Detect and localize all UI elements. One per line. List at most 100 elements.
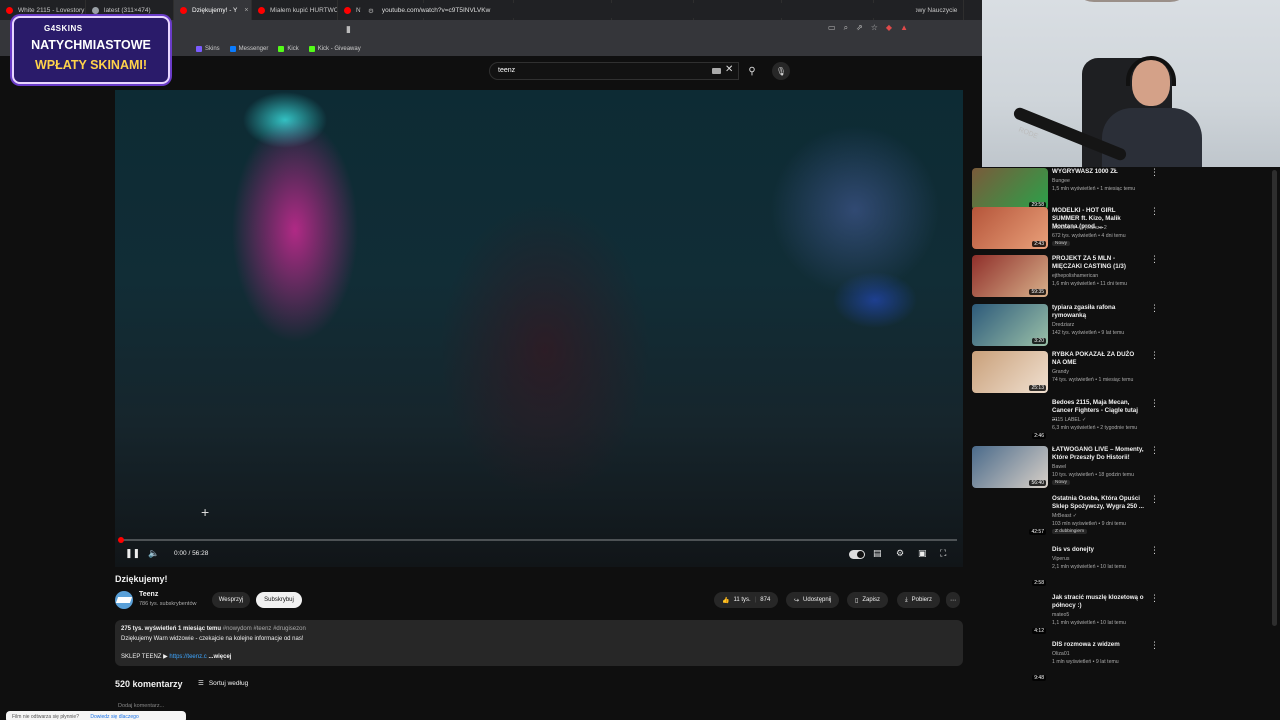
like-button[interactable]: 👍 11 tys. | 874 bbox=[714, 592, 779, 608]
recommended-video[interactable]: 4:12 Jak stracić muszlę klozetową o półn… bbox=[972, 594, 1162, 640]
bookmark-item[interactable]: Skins bbox=[196, 45, 220, 52]
more-options-icon[interactable]: ⋮ bbox=[1150, 446, 1159, 455]
share-icon[interactable]: ⇗ bbox=[856, 23, 863, 33]
video-thumbnail[interactable]: 2:46 bbox=[972, 399, 1048, 441]
channel-avatar[interactable] bbox=[115, 591, 133, 609]
channel-name[interactable]: Grandy bbox=[1052, 369, 1069, 375]
recommended-video[interactable]: 59:35 PROJEKT ZA 5 MLN - MIĘCZAKI CASTIN… bbox=[972, 255, 1162, 301]
recommended-video[interactable]: 2:58 Dis vs donejty Viperus 2,1 mln wyśw… bbox=[972, 546, 1162, 592]
recommended-video[interactable]: 25:13 RYBKA POKAZAŁ ZA DUŻO NA OME Grand… bbox=[972, 351, 1162, 397]
recommended-video[interactable]: 2:43 MODELKI - HOT GIRL SUMMER ft. Kizo,… bbox=[972, 207, 1162, 253]
more-options-icon[interactable]: ⋮ bbox=[1150, 495, 1159, 504]
extension-icon[interactable]: ◆ bbox=[886, 23, 892, 33]
channel-name[interactable]: ejthepolishamerican bbox=[1052, 273, 1098, 279]
video-thumbnail[interactable]: 59:35 bbox=[972, 255, 1048, 297]
channel-name[interactable]: Teenz bbox=[139, 591, 158, 598]
video-title[interactable]: ŁATWOGANG LIVE – Momenty, Które Przeszły… bbox=[1052, 446, 1144, 462]
sort-comments-button[interactable]: ☰ Sortuj według bbox=[198, 679, 248, 688]
video-title[interactable]: typiara zgasiła rafona rymowanką bbox=[1052, 304, 1144, 320]
video-thumbnail[interactable]: 2:43 bbox=[972, 207, 1048, 249]
video-description[interactable]: 275 tys. wyświetleń 1 miesiąc temu #nowy… bbox=[115, 620, 963, 666]
video-title[interactable]: DIS rozmowa z widzem bbox=[1052, 641, 1144, 649]
video-thumbnail[interactable]: 25:13 bbox=[972, 351, 1048, 393]
recommended-video[interactable]: 2:46 Bedoes 2115, Maja Mecan, Cancer Fig… bbox=[972, 399, 1162, 445]
voice-search-button[interactable]: 🎙 bbox=[772, 62, 790, 80]
video-progress-bar[interactable] bbox=[118, 537, 957, 543]
more-options-icon[interactable]: ⋮ bbox=[1150, 546, 1159, 555]
volume-icon[interactable]: 🔈 bbox=[148, 548, 159, 559]
video-thumbnail[interactable]: 56:40 bbox=[972, 446, 1048, 488]
keyboard-icon[interactable] bbox=[712, 68, 721, 74]
pause-icon[interactable]: ❚❚ bbox=[125, 548, 140, 559]
video-thumbnail[interactable]: 3:20 bbox=[972, 304, 1048, 346]
fullscreen-icon[interactable]: ⛶ bbox=[940, 548, 946, 559]
channel-name[interactable]: Oliza01 bbox=[1052, 651, 1070, 657]
video-title[interactable]: Ostatnia Osoba, Która Opuści Sklep Spoży… bbox=[1052, 495, 1144, 511]
more-options-icon[interactable]: ⋮ bbox=[1150, 641, 1159, 650]
more-options-icon[interactable]: ⋮ bbox=[1150, 168, 1159, 177]
bookmark-item[interactable]: Kick - Giveaway bbox=[308, 45, 361, 52]
more-actions-button[interactable]: ⋯ bbox=[946, 592, 960, 608]
add-comment-field[interactable]: Dodaj komentarz... bbox=[118, 703, 164, 709]
browser-tab[interactable]: Miałem kupić HURTWO bbox=[252, 0, 338, 20]
zoom-icon[interactable]: ⌕ bbox=[844, 23, 848, 33]
more-options-icon[interactable]: ⋮ bbox=[1150, 351, 1159, 360]
channel-name[interactable]: MODELKI ✓ i jeszcze 2 bbox=[1052, 225, 1107, 231]
channel-name[interactable]: Bawel bbox=[1052, 464, 1066, 470]
video-thumbnail[interactable]: 9:48 bbox=[972, 641, 1048, 683]
video-thumbnail[interactable]: 29:58 bbox=[972, 168, 1048, 210]
download-button[interactable]: ⤓ Pobierz bbox=[897, 592, 940, 608]
support-button[interactable]: Wesprzyj bbox=[212, 592, 250, 608]
search-input[interactable]: teenz bbox=[489, 62, 739, 80]
more-options-icon[interactable]: ⋮ bbox=[1150, 255, 1159, 264]
channel-name[interactable]: MrBeast ✓ bbox=[1052, 513, 1077, 519]
star-icon[interactable]: ☆ bbox=[871, 23, 878, 33]
bookmark-item[interactable]: Messenger bbox=[229, 45, 268, 52]
url-field[interactable]: ⚙ youtube.com/watch?v=c9T5INVLVKw bbox=[360, 3, 916, 18]
recommended-video[interactable]: 56:40 ŁATWOGANG LIVE – Momenty, Które Pr… bbox=[972, 446, 1162, 492]
more-options-icon[interactable]: ⋮ bbox=[1150, 207, 1159, 216]
video-thumbnail[interactable]: 42:57 bbox=[972, 495, 1048, 537]
video-thumbnail[interactable]: 2:58 bbox=[972, 546, 1048, 588]
site-info-icon[interactable]: ⚙ bbox=[368, 7, 374, 15]
playback-help-link[interactable]: Dowiedz się dlaczego bbox=[90, 714, 138, 720]
bookmark-item[interactable]: Kick bbox=[278, 45, 299, 52]
save-button[interactable]: ▯ Zapisz bbox=[847, 592, 888, 608]
video-thumbnail[interactable]: 4:12 bbox=[972, 594, 1048, 636]
browser-tab[interactable]: Dziękujemy! - Y × bbox=[174, 0, 252, 20]
channel-name[interactable]: 2115 LABEL ✓ bbox=[1052, 417, 1086, 423]
recommended-video[interactable]: 9:48 DIS rozmowa z widzem Oliza01 1 mln … bbox=[972, 641, 1162, 687]
bookmark-icon[interactable]: ▮ bbox=[346, 24, 351, 35]
more-options-icon[interactable]: ⋮ bbox=[1150, 304, 1159, 313]
video-title[interactable]: RYBKA POKAZAŁ ZA DUŻO NA OME bbox=[1052, 351, 1144, 367]
video-title[interactable]: Dis vs donejty bbox=[1052, 546, 1144, 554]
cast-icon[interactable]: ▭ bbox=[828, 23, 836, 33]
adblock-icon[interactable]: ▲ bbox=[900, 23, 908, 33]
more-options-icon[interactable]: ⋮ bbox=[1150, 594, 1159, 603]
recommended-video[interactable]: 42:57 Ostatnia Osoba, Która Opuści Sklep… bbox=[972, 495, 1162, 541]
subscribe-button[interactable]: Subskrybuj bbox=[256, 592, 302, 608]
recommended-video[interactable]: 3:20 typiara zgasiła rafona rymowanką Dr… bbox=[972, 304, 1162, 350]
shop-link[interactable]: https://teenz.c bbox=[169, 654, 206, 660]
video-title[interactable]: Jak stracić muszlę klozetową o północy :… bbox=[1052, 594, 1144, 610]
share-button[interactable]: ↪ Udostępnij bbox=[786, 592, 840, 608]
more-options-icon[interactable]: ⋮ bbox=[1150, 399, 1159, 408]
page-scrollbar[interactable] bbox=[1272, 170, 1277, 626]
channel-name[interactable]: Dredziarz bbox=[1052, 322, 1074, 328]
tab-close-icon[interactable]: × bbox=[244, 7, 248, 14]
video-player[interactable]: + bbox=[115, 90, 963, 567]
channel-name[interactable]: Viperus bbox=[1052, 556, 1070, 562]
subtitles-icon[interactable]: ▤ bbox=[873, 548, 882, 559]
show-more-link[interactable]: ...więcej bbox=[208, 654, 231, 660]
search-button[interactable]: ⚲ bbox=[740, 62, 764, 80]
settings-icon[interactable]: ⚙ bbox=[896, 548, 904, 559]
video-title[interactable]: WYGRYWASZ 1000 ZŁ bbox=[1052, 168, 1144, 176]
progress-scrubber[interactable] bbox=[118, 537, 124, 543]
hashtags[interactable]: #nowydom #teenz #drugisezon bbox=[223, 626, 306, 632]
channel-name[interactable]: Bungee bbox=[1052, 178, 1070, 184]
channel-name[interactable]: mateo5 bbox=[1052, 612, 1069, 618]
autoplay-toggle[interactable] bbox=[849, 550, 865, 559]
video-title[interactable]: PROJEKT ZA 5 MLN - MIĘCZAKI CASTING (1/3… bbox=[1052, 255, 1144, 271]
clear-search-icon[interactable]: ✕ bbox=[725, 64, 733, 75]
miniplayer-icon[interactable]: ▣ bbox=[918, 548, 927, 559]
